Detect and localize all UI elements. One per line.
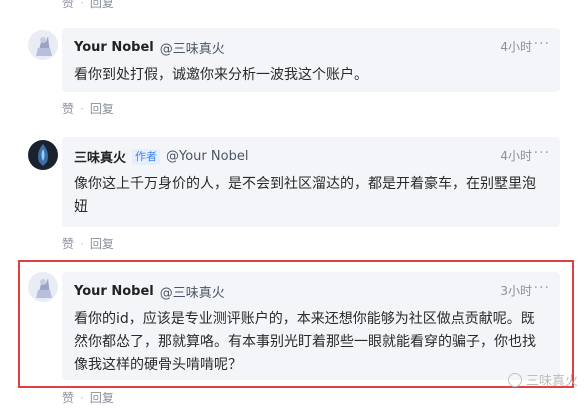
comment-bubble: Your Nobel @三味真火 4小时 ··· 看你到处打假，诚邀你来分析一波… [62, 28, 560, 92]
avatar[interactable] [28, 140, 58, 170]
comment-actions: 赞 · 回复 [62, 100, 114, 117]
like-button[interactable]: 赞 [62, 389, 74, 406]
like-button[interactable]: 赞 [62, 235, 74, 252]
comment-text: 像你这上千万身价的人，是不会到社区溜达的，都是开着豪车，在别墅里泡妞 [74, 176, 536, 215]
reply-button[interactable]: 回复 [90, 0, 114, 11]
timestamp: 4小时 [500, 40, 532, 54]
mention[interactable]: @Your Nobel [166, 149, 248, 164]
author-badge: 作者 [132, 148, 161, 165]
avatar-image [28, 30, 58, 60]
timestamp: 4小时 [500, 149, 532, 163]
more-options-icon[interactable]: ··· [534, 145, 550, 161]
separator: · [80, 390, 84, 405]
author-name[interactable]: 三味真火 [74, 147, 126, 166]
prev-comment-actions: 赞 · 回复 [62, 0, 114, 11]
avatar-image [28, 140, 58, 170]
like-button[interactable]: 赞 [62, 100, 74, 117]
comment-actions: 赞 · 回复 [62, 389, 114, 406]
separator: · [80, 101, 84, 116]
mention[interactable]: @三味真火 [160, 38, 225, 57]
comment-header: Your Nobel @三味真火 [74, 38, 225, 57]
avatar[interactable] [28, 30, 58, 60]
separator: · [80, 0, 84, 10]
watermark-text: 三味真火 [525, 374, 578, 389]
comment-bubble: 三味真火 作者 @Your Nobel 4小时 ··· 像你这上千万身价的人，是… [62, 137, 560, 227]
separator: · [80, 236, 84, 251]
author-name[interactable]: Your Nobel [74, 40, 154, 55]
like-button[interactable]: 赞 [62, 0, 74, 11]
reply-button[interactable]: 回复 [90, 100, 114, 117]
comment-text: 看你到处打假，诚邀你来分析一波我这个账户。 [74, 67, 368, 83]
comment-actions: 赞 · 回复 [62, 235, 114, 252]
highlight-box [18, 260, 574, 388]
comment-header: 三味真火 作者 @Your Nobel [74, 147, 248, 166]
watermark: 三味真火 [507, 370, 578, 389]
watermark-logo-icon [507, 372, 522, 387]
more-options-icon[interactable]: ··· [534, 36, 550, 52]
reply-button[interactable]: 回复 [90, 389, 114, 406]
reply-button[interactable]: 回复 [90, 235, 114, 252]
